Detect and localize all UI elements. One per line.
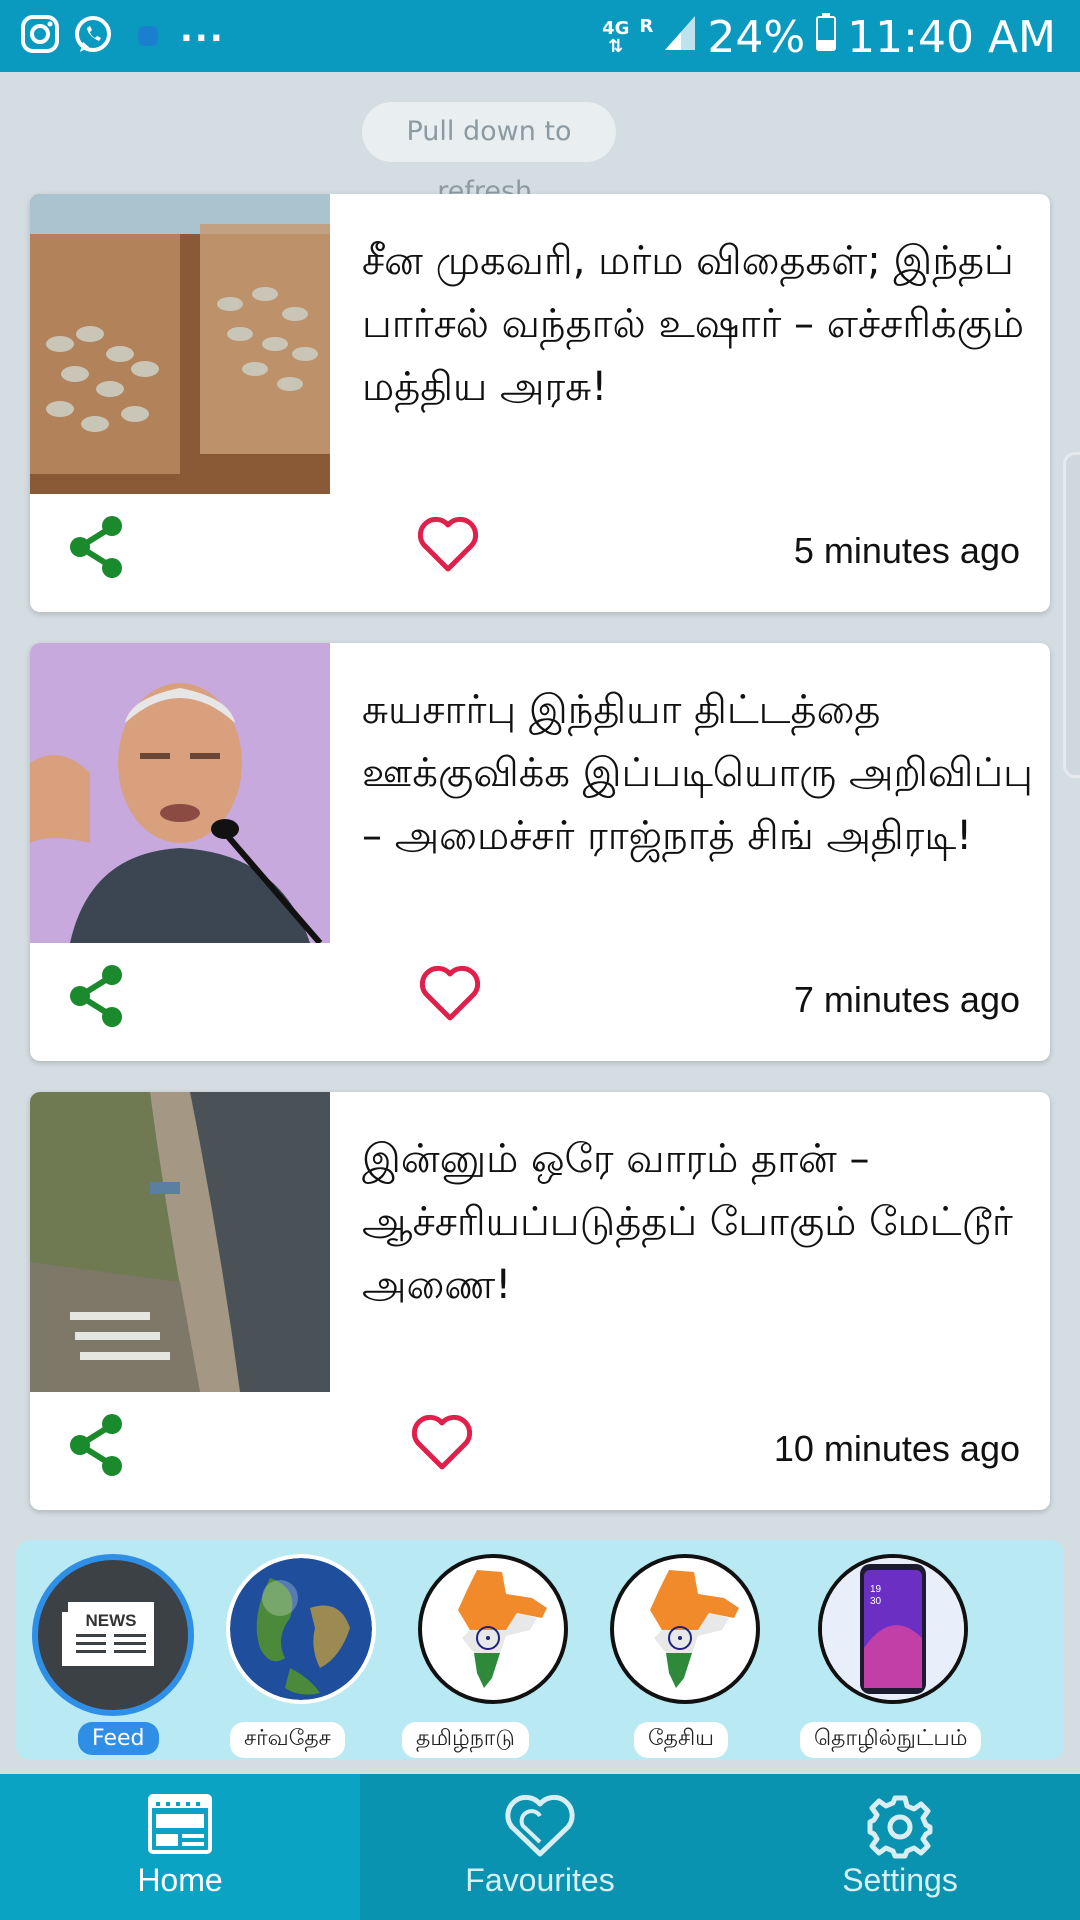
- category-label: தேசிய: [634, 1722, 729, 1758]
- status-bar: ... 4G ⇅ R 24% 11:40 AM: [0, 0, 1080, 72]
- share-icon[interactable]: [66, 514, 128, 584]
- nav-home[interactable]: Home: [0, 1774, 360, 1920]
- article-title[interactable]: இன்னும் ஒரே வாரம் தான் – ஆச்சரியப்படுத்த…: [362, 1128, 1042, 1317]
- nav-settings[interactable]: Settings: [720, 1774, 1080, 1920]
- smartphone-icon: 19 30: [818, 1554, 968, 1704]
- favourite-heart-icon[interactable]: [418, 963, 482, 1027]
- notification-app-icon: [136, 24, 160, 52]
- category-feed[interactable]: NEWS Feed: [24, 1554, 194, 1755]
- roaming-indicator: R: [639, 16, 654, 37]
- svg-text:30: 30: [870, 1596, 882, 1607]
- nav-label: Home: [137, 1862, 223, 1898]
- heart-icon: [505, 1794, 575, 1857]
- nav-label: Favourites: [465, 1862, 615, 1898]
- nav-favourites[interactable]: Favourites: [360, 1774, 720, 1920]
- bottom-navigation: Home Favourites Settings: [0, 1774, 1080, 1920]
- article-time: 10 minutes ago: [773, 1428, 1020, 1469]
- article-card[interactable]: சீன முகவரி, மர்ம விதைகள்; இந்தப் பார்சல்…: [30, 194, 1050, 612]
- share-icon[interactable]: [66, 963, 128, 1033]
- category-national[interactable]: தேசிய: [590, 1554, 760, 1758]
- category-label: தமிழ்நாடு: [402, 1722, 529, 1758]
- category-label: Feed: [78, 1722, 159, 1755]
- india-map-icon: [418, 1554, 568, 1704]
- article-time: 5 minutes ago: [793, 530, 1020, 571]
- article-card[interactable]: இன்னும் ஒரே வாரம் தான் – ஆச்சரியப்படுத்த…: [30, 1092, 1050, 1510]
- article-thumbnail: [30, 643, 330, 943]
- nav-label: Settings: [842, 1862, 958, 1898]
- more-notifications-indicator: ...: [180, 10, 225, 50]
- article-thumbnail: [30, 194, 330, 494]
- article-title[interactable]: சீன முகவரி, மர்ம விதைகள்; இந்தப் பார்சல்…: [362, 230, 1042, 419]
- signal-icon: [663, 12, 697, 63]
- instagram-icon: [20, 14, 60, 58]
- category-international[interactable]: சர்வதேச: [206, 1554, 376, 1758]
- battery-level: 24%: [707, 12, 806, 63]
- share-icon[interactable]: [66, 1412, 128, 1482]
- article-time: 7 minutes ago: [793, 979, 1020, 1020]
- home-news-icon: [148, 1794, 212, 1854]
- globe-icon: [226, 1554, 376, 1704]
- category-tamilnadu[interactable]: தமிழ்நாடு: [398, 1554, 568, 1758]
- article-card[interactable]: சுயசார்பு இந்தியா திட்டத்தை ஊக்குவிக்க இ…: [30, 643, 1050, 1061]
- category-label: சர்வதேச: [230, 1722, 345, 1758]
- network-type: 4G ⇅: [602, 17, 630, 57]
- article-title[interactable]: சுயசார்பு இந்தியா திட்டத்தை ஊக்குவிக்க இ…: [362, 679, 1042, 868]
- svg-text:NEWS: NEWS: [86, 1611, 137, 1630]
- category-bar: NEWS Feed சர்வதேச தமிழ்நாடு தேசிய 19 30 …: [16, 1540, 1064, 1760]
- pull-to-refresh-hint: Pull down to refresh.: [362, 102, 616, 207]
- gear-icon: [867, 1795, 933, 1859]
- india-map-icon: [610, 1554, 760, 1704]
- article-thumbnail: [30, 1092, 330, 1392]
- category-technology[interactable]: 19 30 தொழில்நுட்பம்: [800, 1554, 1020, 1758]
- scroll-handle[interactable]: [1063, 452, 1080, 778]
- svg-text:19: 19: [870, 1584, 882, 1595]
- clock: 11:40 AM: [847, 12, 1056, 63]
- favourite-heart-icon[interactable]: [416, 514, 480, 578]
- favourite-heart-icon[interactable]: [410, 1412, 474, 1476]
- newspaper-icon: NEWS: [32, 1554, 194, 1716]
- category-label: தொழில்நுட்பம்: [800, 1722, 982, 1758]
- battery-icon: [815, 12, 837, 63]
- whatsapp-icon: [72, 14, 114, 60]
